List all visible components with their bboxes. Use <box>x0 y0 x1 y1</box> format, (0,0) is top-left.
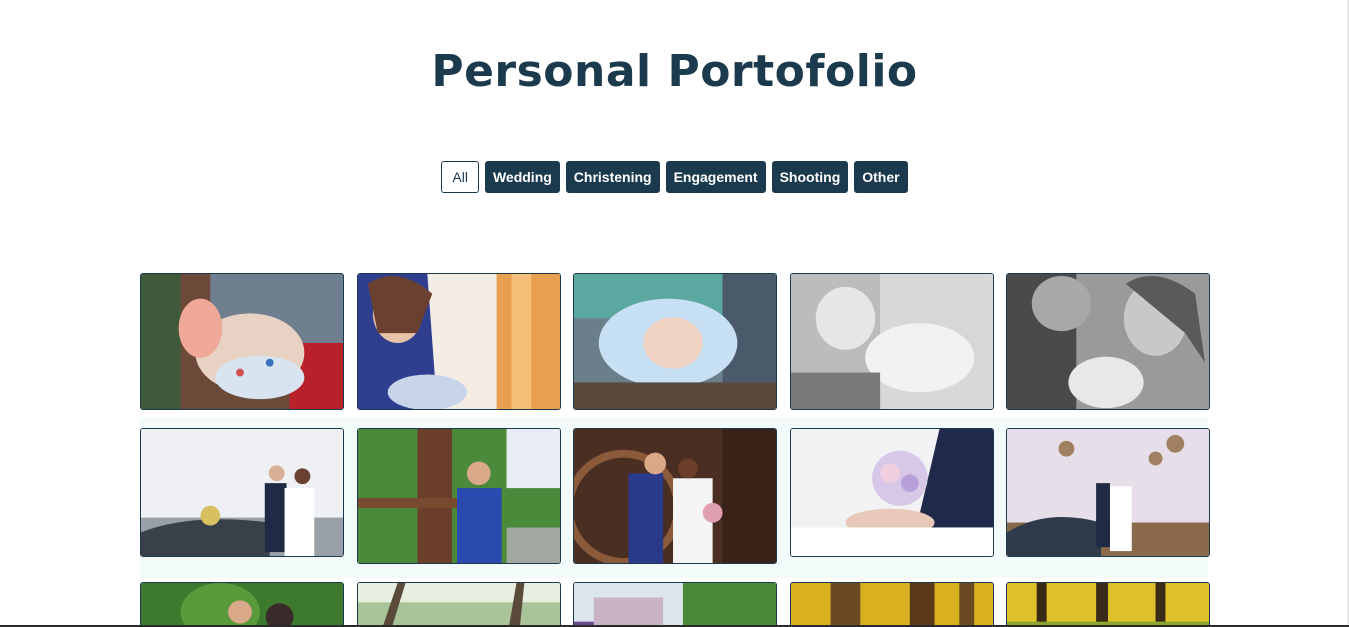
gallery-item-autumn-forest-photo[interactable] <box>789 582 994 627</box>
gallery-item-groom-wooden-fence-photo[interactable] <box>356 428 561 564</box>
filter-shooting-button[interactable]: Shooting <box>771 161 849 193</box>
gallery-item-couple-field-car-photo[interactable] <box>1006 428 1210 557</box>
gallery-item-baby-black-white-photo[interactable] <box>789 273 994 410</box>
gallery-item-mother-with-baby-photo[interactable] <box>356 273 561 410</box>
gallery-item-couple-green-garden-photo[interactable] <box>140 582 344 627</box>
gallery-item-couple-car-flowers-photo[interactable] <box>140 428 344 557</box>
filter-other-button[interactable]: Other <box>854 161 908 193</box>
gallery-item-family-black-white-photo[interactable] <box>1006 273 1210 410</box>
filter-all-button[interactable]: All <box>441 161 479 193</box>
gallery-item-building-garden-photo[interactable] <box>573 582 777 627</box>
filter-engagement-button[interactable]: Engagement <box>665 161 766 193</box>
page: Personal Portofolio All Wedding Christen… <box>0 0 1349 627</box>
gallery-item-forest-path-photo[interactable] <box>356 582 561 627</box>
gallery-item-yellow-forest-photo[interactable] <box>1006 582 1210 627</box>
filter-christening-button[interactable]: Christening <box>565 161 660 193</box>
filter-bar: All Wedding Christening Engagement Shoot… <box>0 161 1349 193</box>
page-title: Personal Portofolio <box>431 46 918 97</box>
gallery-item-hands-bouquet-photo[interactable] <box>789 428 994 557</box>
gallery-item-couple-wooden-wheel-photo[interactable] <box>573 428 777 564</box>
filter-wedding-button[interactable]: Wedding <box>484 161 560 193</box>
gallery-grid <box>140 273 1210 627</box>
gallery-item-baby-in-blanket-photo[interactable] <box>573 273 777 410</box>
gallery-item-baby-feet-photo[interactable] <box>140 273 344 410</box>
